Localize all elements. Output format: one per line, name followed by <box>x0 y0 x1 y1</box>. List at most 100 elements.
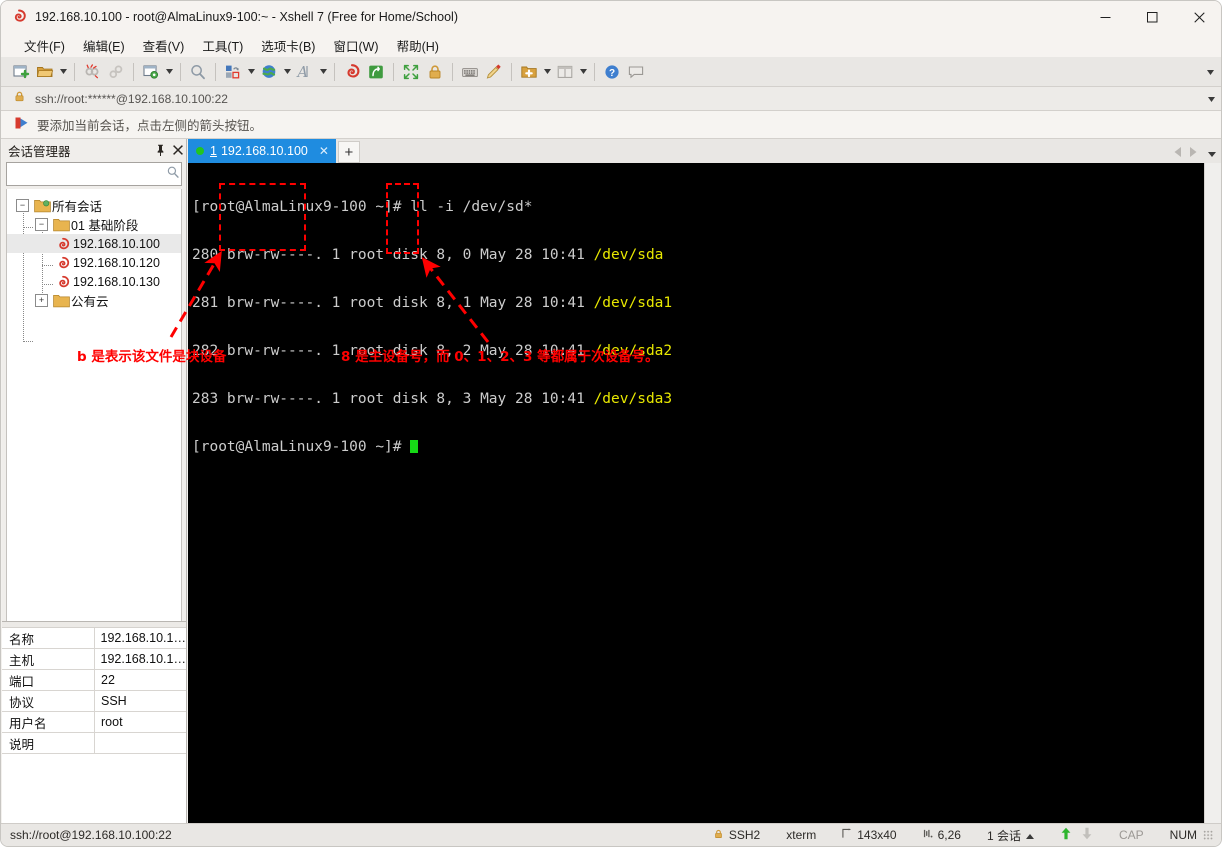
tab-next-icon[interactable] <box>1189 144 1197 162</box>
close-button[interactable] <box>1176 1 1221 33</box>
folder-icon <box>52 294 71 308</box>
status-security[interactable]: SSH2 <box>700 828 773 843</box>
expander-icon[interactable]: − <box>16 199 29 212</box>
terminal-line: 280 brw-rw----. 1 root disk 8, 0 May 28 … <box>192 247 672 263</box>
window-controls <box>1082 1 1221 33</box>
minimize-button[interactable] <box>1082 1 1129 33</box>
toolbar-separator <box>215 62 216 81</box>
add-panel-icon[interactable] <box>517 60 541 84</box>
lock-icon[interactable] <box>423 60 447 84</box>
tree-node-label: 192.168.10.100 <box>73 236 160 251</box>
tree-node-session-120[interactable]: 192.168.10.120 <box>7 253 181 272</box>
expander-icon[interactable]: − <box>35 218 48 231</box>
tab-list-menu-icon[interactable] <box>1208 144 1216 162</box>
globe-caret-icon[interactable] <box>281 60 293 84</box>
globe-icon[interactable] <box>257 60 281 84</box>
table-row: 名称 192.168.10.1… <box>2 628 186 649</box>
terminal-text: 280 brw-rw----. 1 root disk 8, 0 May 28 … <box>192 247 594 263</box>
session-properties-caret-icon[interactable] <box>163 60 175 84</box>
table-row: 协议 SSH <box>2 691 186 712</box>
menu-file[interactable]: 文件(F) <box>15 33 74 58</box>
fullscreen-icon[interactable] <box>399 60 423 84</box>
session-count-caret-icon[interactable] <box>1025 828 1034 842</box>
annotation-label-block-device: b 是表示该文件是块设备 <box>77 349 227 365</box>
xshell-icon[interactable] <box>340 60 364 84</box>
keyboard-icon[interactable] <box>458 60 482 84</box>
help-icon[interactable]: ? <box>600 60 624 84</box>
status-security-label: SSH2 <box>728 828 761 842</box>
status-screen-size: 143x40 <box>829 828 909 842</box>
menu-view[interactable]: 查看(V) <box>134 33 194 58</box>
maximize-button[interactable] <box>1129 1 1176 33</box>
layout-caret-icon[interactable] <box>245 60 257 84</box>
new-session-icon[interactable] <box>9 60 33 84</box>
highlight-icon[interactable] <box>482 60 506 84</box>
open-folder-caret-icon[interactable] <box>57 60 69 84</box>
toolbar-separator <box>594 62 595 81</box>
layout-icon[interactable] <box>221 60 245 84</box>
reconnect-icon[interactable] <box>104 60 128 84</box>
status-terminal-type[interactable]: xterm <box>773 828 829 842</box>
tab-prev-icon[interactable] <box>1174 144 1182 162</box>
svg-text:?: ? <box>609 68 615 79</box>
address-dropdown-icon[interactable] <box>1208 87 1215 111</box>
tree-node-session-100[interactable]: 192.168.10.100 <box>7 234 181 253</box>
tab-session-1[interactable]: 1 192.168.10.100 ✕ <box>188 139 336 163</box>
tree-node-folder-basic[interactable]: − 01 基础阶段 <box>7 215 181 234</box>
menu-tabs[interactable]: 选项卡(B) <box>252 33 324 58</box>
menu-edit[interactable]: 编辑(E) <box>74 33 134 58</box>
folder-icon <box>52 218 71 232</box>
status-terminal-type-label: xterm <box>786 828 817 842</box>
tree-node-session-130[interactable]: 192.168.10.130 <box>7 272 181 291</box>
table-row: 用户名 root <box>2 712 186 733</box>
notice-text: 要添加当前会话，点击左侧的箭头按钮。 <box>37 119 263 133</box>
property-key: 用户名 <box>2 712 95 732</box>
terminal-command: [root@AlmaLinux9-100 ~]# ll -i /dev/sd* <box>192 199 533 215</box>
menu-tools[interactable]: 工具(T) <box>193 33 252 58</box>
search-icon[interactable] <box>166 165 180 184</box>
toolbar-separator <box>74 62 75 81</box>
resize-grip[interactable] <box>1203 830 1213 840</box>
menu-bar: 文件(F) 编辑(E) 查看(V) 工具(T) 选项卡(B) 窗口(W) 帮助(… <box>1 33 1221 58</box>
session-manager-title: 会话管理器 <box>8 144 71 159</box>
session-properties-table: 名称 192.168.10.1… 主机 192.168.10.1… 端口 22 … <box>2 621 187 824</box>
status-connection-url: ssh://root@192.168.10.100:22 <box>10 828 172 842</box>
terminal-prompt: [root@AlmaLinux9-100 ~]# <box>192 439 411 455</box>
terminal-scrollbar[interactable] <box>1204 163 1221 824</box>
menu-window[interactable]: 窗口(W) <box>324 33 387 58</box>
open-folder-icon[interactable] <box>33 60 57 84</box>
tree-node-folder-cloud[interactable]: + 公有云 <box>7 291 181 310</box>
title-bar: 192.168.10.100 - root@AlmaLinux9-100:~ -… <box>1 1 1221 33</box>
font-caret-icon[interactable] <box>317 60 329 84</box>
font-icon[interactable]: A <box>293 60 317 84</box>
split-view-icon[interactable] <box>553 60 577 84</box>
tree-node-all-sessions[interactable]: − 所有会话 <box>7 196 181 215</box>
xshell-window: 192.168.10.100 - root@AlmaLinux9-100:~ -… <box>0 0 1222 847</box>
expander-icon[interactable]: + <box>35 294 48 307</box>
terminal-path: /dev/sda <box>593 247 664 263</box>
tree-node-label: 公有云 <box>71 295 109 309</box>
disconnect-icon[interactable] <box>80 60 104 84</box>
menu-help[interactable]: 帮助(H) <box>388 33 448 58</box>
new-tab-button[interactable]: + <box>337 141 360 163</box>
find-icon[interactable] <box>186 60 210 84</box>
terminal-screen[interactable]: [root@AlmaLinux9-100 ~]# ll -i /dev/sd* … <box>188 163 1205 824</box>
terminal-path: /dev/sda3 <box>593 391 673 407</box>
session-search-box[interactable] <box>6 162 182 186</box>
close-panel-icon[interactable] <box>169 141 186 159</box>
add-panel-caret-icon[interactable] <box>541 60 553 84</box>
session-properties-icon[interactable] <box>139 60 163 84</box>
status-session-count[interactable]: 1 会话 <box>974 827 1047 844</box>
toolbar-overflow-icon[interactable] <box>1203 57 1217 87</box>
xftp-icon[interactable] <box>364 60 388 84</box>
terminal-path: /dev/sda1 <box>593 295 673 311</box>
search-input[interactable] <box>11 167 166 181</box>
address-bar[interactable]: ssh://root:******@192.168.10.100:22 <box>1 87 1221 111</box>
status-bar: ssh://root@192.168.10.100:22 SSH2 xterm … <box>1 823 1221 846</box>
tab-close-icon[interactable]: ✕ <box>317 144 331 158</box>
toolbar-separator <box>133 62 134 81</box>
pin-panel-icon[interactable] <box>152 141 169 159</box>
toolbar-separator <box>452 62 453 81</box>
split-view-caret-icon[interactable] <box>577 60 589 84</box>
feedback-icon[interactable] <box>624 60 648 84</box>
